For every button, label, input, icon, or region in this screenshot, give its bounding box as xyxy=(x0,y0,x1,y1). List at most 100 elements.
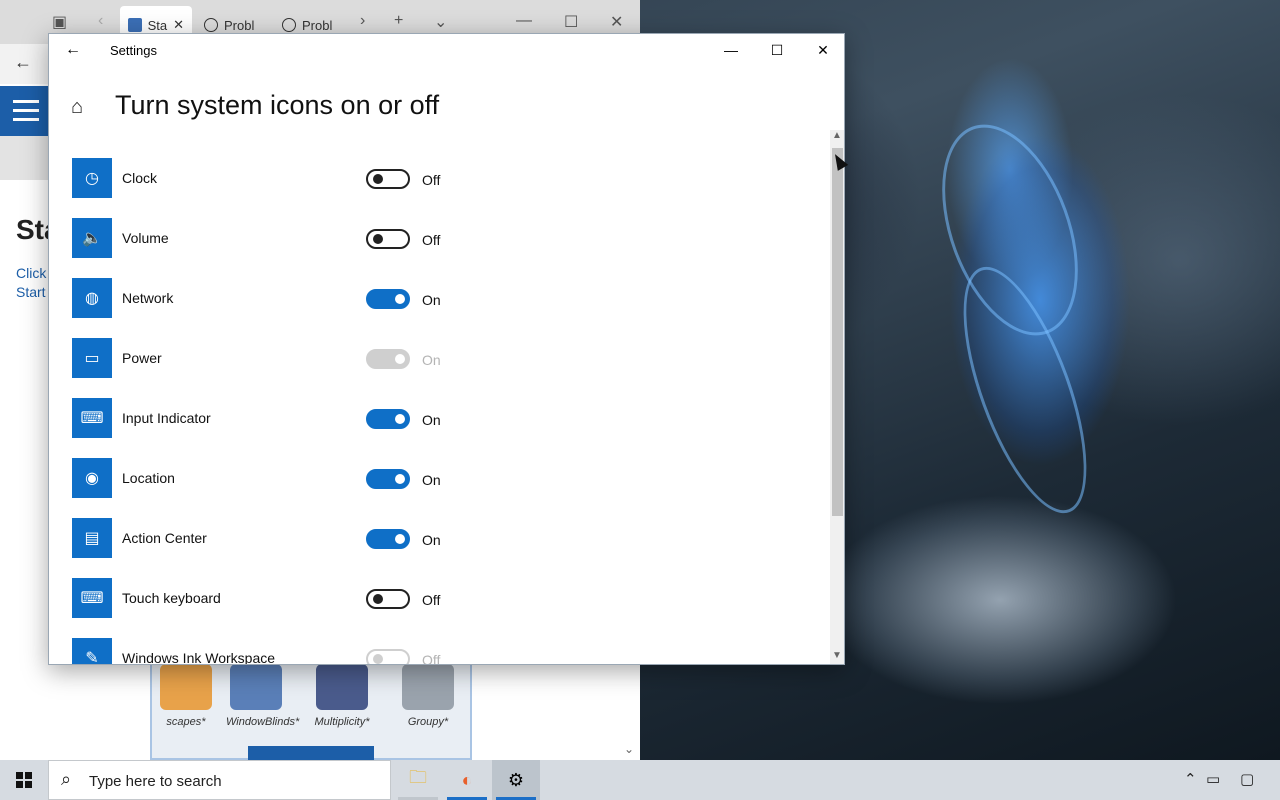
toggle-knob xyxy=(395,354,405,364)
setting-row: ◷ Clock Off xyxy=(72,158,792,200)
keyboard-icon: ⌨ xyxy=(72,398,112,438)
toggle-state-label: Off xyxy=(422,652,441,665)
setting-label: Windows Ink Workspace xyxy=(122,650,276,665)
setting-label: Clock xyxy=(122,170,158,186)
toggle-state-label: On xyxy=(422,292,441,308)
hamburger-menu-button[interactable] xyxy=(0,86,50,136)
maximize-icon: ☐ xyxy=(770,41,784,58)
toggle-switch[interactable] xyxy=(366,229,410,249)
toggle-switch[interactable] xyxy=(366,529,410,549)
toggle-state-label: Off xyxy=(422,232,441,248)
touch-keyboard-icon: ⌨ xyxy=(72,578,112,618)
setting-label: Power xyxy=(122,350,162,366)
setting-label: Location xyxy=(122,470,175,486)
groupy-app-icon xyxy=(402,664,454,710)
volume-icon: 🔈 xyxy=(72,218,112,258)
maximize-button[interactable]: ☐ xyxy=(754,34,800,66)
toggle-switch[interactable] xyxy=(366,589,410,609)
close-tab-icon[interactable]: ✕ xyxy=(173,17,184,33)
scroll-up-arrow-icon[interactable]: ▲ xyxy=(832,130,842,141)
toggle-state-label: On xyxy=(422,472,441,488)
toggle-knob xyxy=(395,474,405,484)
file-explorer-icon: 🗀 xyxy=(409,767,427,787)
battery-icon: ▭ xyxy=(72,338,112,378)
app-tile[interactable]: WindowBlinds* xyxy=(226,664,300,728)
tab-scroll-left-icon[interactable]: ‹ xyxy=(98,12,103,30)
site-favicon-icon xyxy=(128,18,142,32)
close-button[interactable]: ✕ xyxy=(800,34,844,66)
app-label: WindowBlinds* xyxy=(226,716,300,728)
toggle-switch xyxy=(366,349,410,369)
firefox-icon: ◐ xyxy=(461,769,473,790)
setting-row: 🔈 Volume Off xyxy=(72,218,792,260)
taskbar-search-box[interactable]: ⌕ Type here to search xyxy=(48,760,391,800)
maximize-icon[interactable]: ☐ xyxy=(564,12,578,32)
app-label: Groupy* xyxy=(407,716,449,728)
toggle-switch[interactable] xyxy=(366,169,410,189)
back-arrow-icon[interactable]: ← xyxy=(65,41,81,59)
tab-label: Probl xyxy=(224,17,255,33)
network-tray-icon[interactable]: ▭ xyxy=(1206,770,1220,788)
minimize-icon[interactable]: — xyxy=(516,12,532,30)
toggle-knob xyxy=(373,594,383,604)
info-icon xyxy=(204,18,218,32)
tab-scroll-right-icon[interactable]: › xyxy=(360,12,365,30)
close-icon[interactable]: ✕ xyxy=(610,12,623,32)
settings-gear-icon: ⚙ xyxy=(507,769,525,790)
app-tile[interactable]: Multiplicity* xyxy=(312,664,372,728)
toggle-knob xyxy=(395,414,405,424)
tab-actions-icon[interactable]: ▣ xyxy=(52,12,67,32)
setting-row: ✎ Windows Ink Workspace Off xyxy=(72,638,792,665)
app-label: Multiplicity* xyxy=(314,716,370,728)
setting-row: ◉ Location On xyxy=(72,458,792,500)
taskbar-app-firefox[interactable]: ◐ xyxy=(443,760,491,800)
taskbar-app-file-explorer[interactable]: 🗀 xyxy=(394,760,442,800)
toggle-state-label: Off xyxy=(422,592,441,608)
setting-row: ◍ Network On xyxy=(72,278,792,320)
browser-back-icon[interactable]: ← xyxy=(14,52,32,73)
settings-window[interactable]: ← Settings — ☐ ✕ ⌂ Turn system icons on … xyxy=(48,33,845,665)
toggle-state-label: On xyxy=(422,352,441,368)
vertical-scrollbar[interactable]: ▲ ▼ xyxy=(830,130,844,664)
taskbar-app-settings[interactable]: ⚙ xyxy=(492,760,540,800)
download-button[interactable] xyxy=(248,746,374,760)
scrollbar-thumb[interactable] xyxy=(832,148,843,516)
toggle-knob xyxy=(395,294,405,304)
tab-label: Probl xyxy=(302,17,333,33)
action-center-tray-icon[interactable]: ▢ xyxy=(1240,770,1254,788)
home-icon[interactable]: ⌂ xyxy=(71,96,83,119)
page-title: Turn system icons on or off xyxy=(115,90,440,120)
scroll-down-arrow-icon[interactable]: ▼ xyxy=(832,650,842,661)
taskbar: ⌕ Type here to search 🗀 ◐ ⚙ ⌃ ▭ ▢ xyxy=(0,760,1280,800)
toggle-knob xyxy=(395,534,405,544)
setting-row: ▤ Action Center On xyxy=(72,518,792,560)
scroll-down-arrow-icon[interactable]: ⌄ xyxy=(624,742,634,756)
windowblinds-app-icon xyxy=(230,664,282,710)
app-tile[interactable]: scapes* xyxy=(156,664,216,728)
tab-list-chevron-icon[interactable]: ⌄ xyxy=(434,12,447,32)
page-link[interactable]: Click xyxy=(16,265,46,281)
toggle-switch[interactable] xyxy=(366,409,410,429)
page-link[interactable]: Start xyxy=(16,284,46,300)
search-placeholder: Type here to search xyxy=(89,773,222,790)
toggle-state-label: On xyxy=(422,532,441,548)
setting-row: ⌨ Touch keyboard Off xyxy=(72,578,792,620)
app-grid: scapes* WindowBlinds* Multiplicity* Grou… xyxy=(150,660,472,760)
search-icon: ⌕ xyxy=(61,769,72,789)
toggle-switch[interactable] xyxy=(366,289,410,309)
minimize-button[interactable]: — xyxy=(708,34,754,66)
toggle-knob xyxy=(373,174,383,184)
new-tab-icon[interactable]: + xyxy=(394,12,403,30)
clock-icon: ◷ xyxy=(72,158,112,198)
toggle-knob xyxy=(373,234,383,244)
toggle-knob xyxy=(373,654,383,664)
info-icon xyxy=(282,18,296,32)
app-tile[interactable]: Groupy* xyxy=(398,664,458,728)
toggle-state-label: On xyxy=(422,412,441,428)
show-hidden-icons-chevron-icon[interactable]: ⌃ xyxy=(1184,770,1197,788)
toggle-switch[interactable] xyxy=(366,469,410,489)
minimize-icon: — xyxy=(724,42,738,58)
start-button[interactable] xyxy=(0,760,48,800)
windows-logo-icon xyxy=(16,772,32,788)
pen-icon: ✎ xyxy=(72,638,112,664)
